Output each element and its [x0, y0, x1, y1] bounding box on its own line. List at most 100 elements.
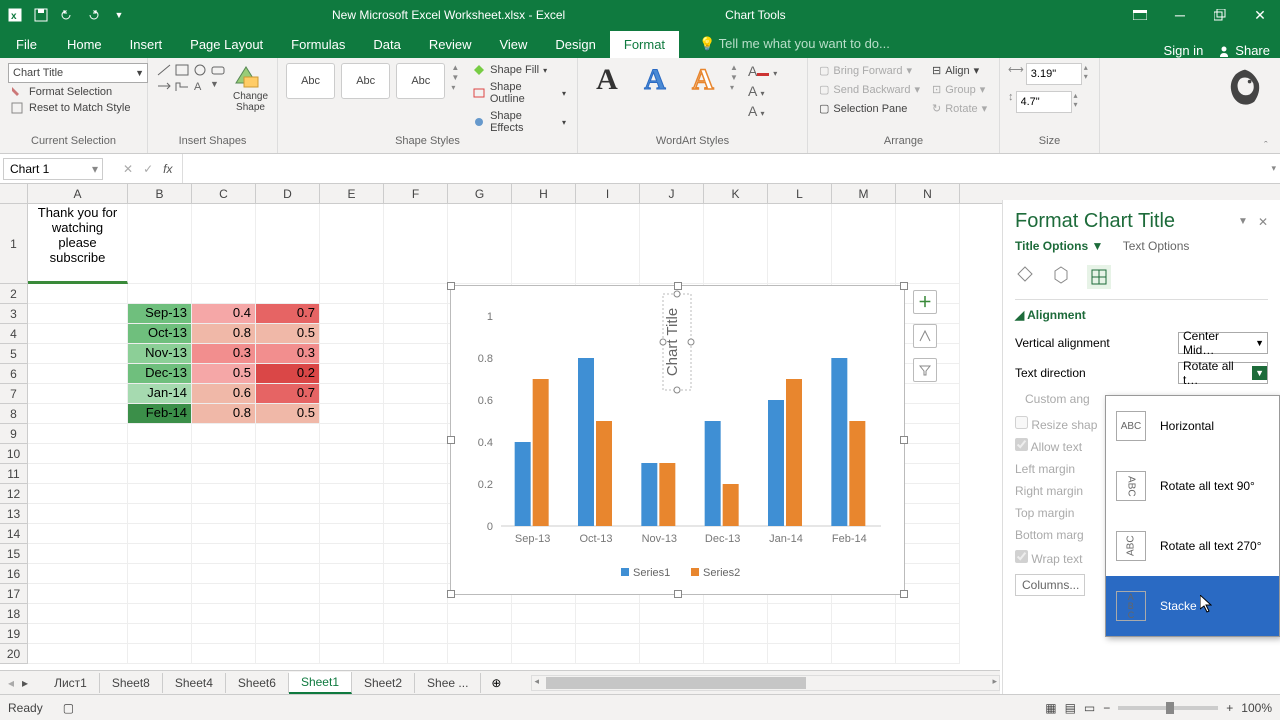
columns-button[interactable]: Columns...	[1015, 574, 1085, 596]
sheet-tab[interactable]: Sheet6	[226, 673, 289, 693]
cell[interactable]	[768, 204, 832, 284]
cell[interactable]	[384, 204, 448, 284]
row-header-3[interactable]: 3	[0, 304, 28, 324]
col-header-H[interactable]: H	[512, 184, 576, 203]
cell[interactable]	[384, 624, 448, 644]
cell[interactable]	[256, 464, 320, 484]
cell[interactable]	[256, 424, 320, 444]
cell[interactable]	[320, 544, 384, 564]
cell[interactable]	[384, 384, 448, 404]
cell[interactable]	[384, 404, 448, 424]
row-header-20[interactable]: 20	[0, 644, 28, 664]
chart-element-dropdown[interactable]: Chart Title▼	[8, 63, 148, 83]
cell[interactable]	[896, 644, 960, 664]
cell[interactable]	[28, 544, 128, 564]
cell[interactable]: Dec-13	[128, 364, 192, 384]
horizontal-scrollbar[interactable]: ◂▸	[531, 675, 1000, 691]
chart-styles-button[interactable]	[913, 324, 937, 348]
cell[interactable]	[320, 324, 384, 344]
cell[interactable]	[576, 604, 640, 624]
cell[interactable]	[832, 204, 896, 284]
cell[interactable]	[640, 624, 704, 644]
cell[interactable]	[256, 204, 320, 284]
cell[interactable]	[768, 624, 832, 644]
cell[interactable]	[28, 364, 128, 384]
cell[interactable]	[320, 364, 384, 384]
row-header-10[interactable]: 10	[0, 444, 28, 464]
cell[interactable]: 0.5	[256, 404, 320, 424]
cell[interactable]	[128, 284, 192, 304]
cell-A1[interactable]: Thank you for watching please subscribe	[28, 204, 128, 284]
cell[interactable]	[576, 644, 640, 664]
row-header-13[interactable]: 13	[0, 504, 28, 524]
col-header-E[interactable]: E	[320, 184, 384, 203]
cell[interactable]	[832, 644, 896, 664]
cell[interactable]	[576, 204, 640, 284]
tab-review[interactable]: Review	[415, 31, 486, 58]
tab-format[interactable]: Format	[610, 31, 679, 58]
cell[interactable]	[448, 204, 512, 284]
col-header-A[interactable]: A	[28, 184, 128, 203]
tab-design[interactable]: Design	[541, 31, 609, 58]
cell[interactable]	[28, 624, 128, 644]
cell[interactable]	[384, 524, 448, 544]
cell[interactable]	[28, 484, 128, 504]
sheet-tab[interactable]: Лист1	[42, 673, 100, 693]
collapse-ribbon-icon[interactable]: ˆ	[1264, 140, 1278, 154]
cell[interactable]: Nov-13	[128, 344, 192, 364]
row-header-1[interactable]: 1	[0, 204, 28, 284]
cell[interactable]	[320, 524, 384, 544]
text-outline-button[interactable]: A ▾	[748, 83, 777, 99]
alignment-section[interactable]: ◢ Alignment	[1015, 308, 1268, 322]
wordart-style-3[interactable]: A	[682, 63, 724, 97]
tab-nav-prev-icon[interactable]: ◂	[0, 676, 22, 690]
cell[interactable]	[384, 344, 448, 364]
cell[interactable]: Feb-14	[128, 404, 192, 424]
effects-pane-icon[interactable]	[1051, 265, 1071, 289]
sheet-tab[interactable]: Sheet1	[289, 672, 352, 694]
cell[interactable]	[128, 544, 192, 564]
cell[interactable]	[256, 524, 320, 544]
name-box[interactable]: Chart 1▾	[3, 158, 103, 180]
cancel-icon[interactable]: ✕	[123, 162, 133, 176]
cell[interactable]	[256, 564, 320, 584]
row-header-4[interactable]: 4	[0, 324, 28, 344]
share-button[interactable]: Share	[1217, 43, 1270, 58]
text-direction-option[interactable]: ABCRotate all text 270°	[1106, 516, 1279, 576]
col-header-I[interactable]: I	[576, 184, 640, 203]
cell[interactable]	[256, 504, 320, 524]
shape-style-1[interactable]: Abc	[286, 63, 335, 99]
cell[interactable]	[28, 584, 128, 604]
col-header-G[interactable]: G	[448, 184, 512, 203]
shape-effects-button[interactable]: Shape Effects ▾	[469, 109, 569, 135]
selection-pane-button[interactable]: ▢ Selection Pane	[816, 101, 923, 116]
fx-icon[interactable]: fx	[163, 162, 172, 176]
wordart-style-2[interactable]: A	[634, 63, 676, 97]
col-header-C[interactable]: C	[192, 184, 256, 203]
redo-icon[interactable]	[80, 0, 106, 30]
cell[interactable]	[448, 604, 512, 624]
macro-record-icon[interactable]: ▢	[63, 701, 74, 715]
text-fill-button[interactable]: A ▾	[748, 63, 777, 79]
select-all-corner[interactable]	[0, 184, 28, 203]
cell[interactable]	[128, 624, 192, 644]
cell[interactable]	[704, 204, 768, 284]
tab-formulas[interactable]: Formulas	[277, 31, 359, 58]
view-pagebreak-icon[interactable]: ▭	[1084, 701, 1095, 715]
cell[interactable]	[28, 344, 128, 364]
cell[interactable]	[256, 644, 320, 664]
cell[interactable]: 0.3	[192, 344, 256, 364]
restore-icon[interactable]	[1200, 0, 1240, 30]
cell[interactable]	[128, 484, 192, 504]
cell[interactable]	[384, 364, 448, 384]
cell[interactable]	[192, 484, 256, 504]
cell[interactable]	[192, 444, 256, 464]
cell[interactable]	[28, 524, 128, 544]
cell[interactable]	[128, 204, 192, 284]
view-layout-icon[interactable]: ▤	[1065, 701, 1076, 715]
cell[interactable]	[768, 644, 832, 664]
cell[interactable]	[28, 444, 128, 464]
title-options-tab[interactable]: Title Options ▼	[1015, 239, 1103, 253]
cell[interactable]	[256, 444, 320, 464]
cell[interactable]	[192, 204, 256, 284]
